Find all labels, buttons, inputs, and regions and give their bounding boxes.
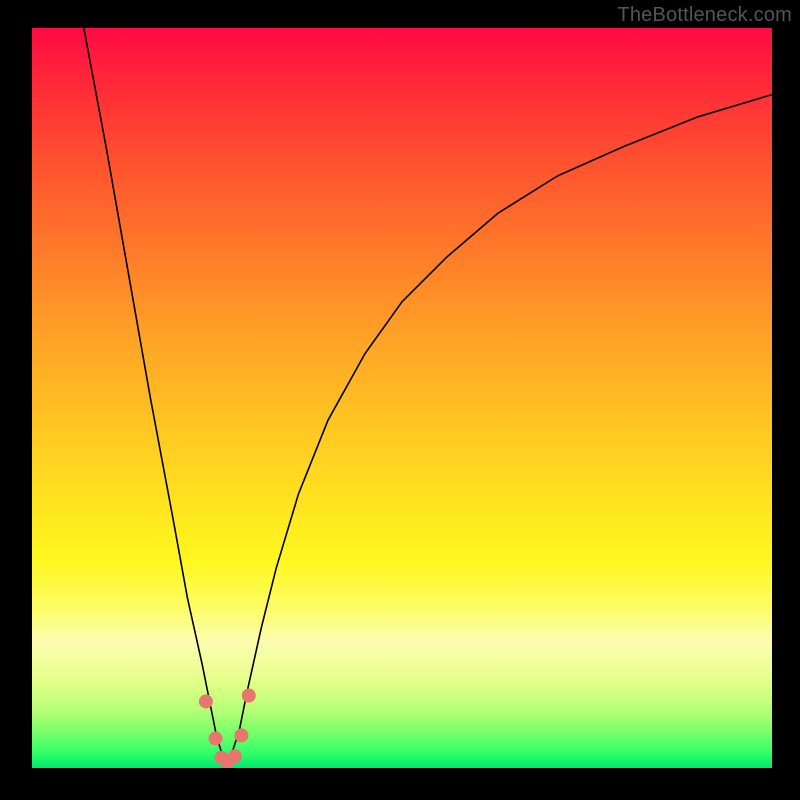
marker-point — [209, 731, 223, 745]
marker-point — [199, 694, 213, 708]
minimum-markers — [199, 689, 256, 769]
watermark-text: TheBottleneck.com — [617, 4, 792, 27]
bottleneck-curve — [84, 28, 772, 761]
marker-point — [228, 749, 242, 763]
marker-point — [242, 689, 256, 703]
marker-point — [234, 728, 248, 742]
plot-area — [32, 28, 772, 768]
chart-frame: TheBottleneck.com — [0, 0, 800, 800]
plot-svg — [32, 28, 772, 768]
